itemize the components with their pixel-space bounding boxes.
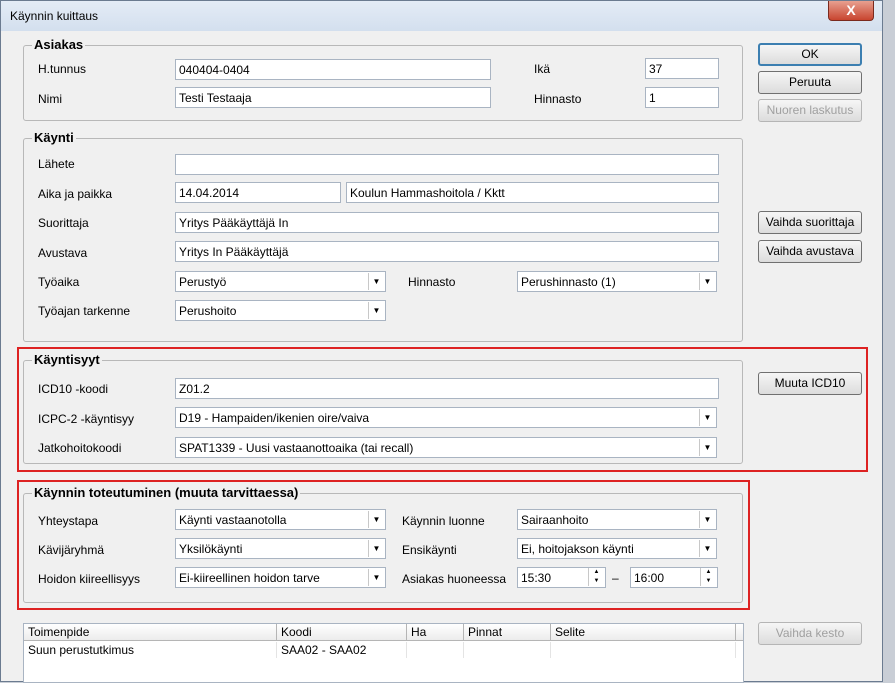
ika-field[interactable]: 37 [645,58,719,79]
chevron-down-icon[interactable]: ▼ [699,540,715,557]
kaynti-hinnasto-label: Hinnasto [408,275,456,289]
tarkenne-dropdown[interactable]: Perushoito ▼ [175,300,386,321]
kayntisyyt-legend: Käyntisyyt [32,352,102,367]
yhteystapa-dropdown[interactable]: Käynti vastaanotolla ▼ [175,509,386,530]
chevron-down-icon[interactable]: ▼ [368,540,384,557]
ensikaynti-dropdown[interactable]: Ei, hoitojakson käynti ▼ [517,538,717,559]
spin-up-icon[interactable]: ▲ [700,568,716,577]
start-time-value: 15:30 [521,571,552,585]
aika-field[interactable]: 14.04.2014 [175,182,341,203]
spin-up-icon[interactable]: ▲ [588,568,604,577]
chevron-down-icon[interactable]: ▼ [368,302,384,319]
kaynti-hinnasto-dropdown[interactable]: Perushinnasto (1) ▼ [517,271,717,292]
suorittaja-field[interactable]: Yritys Pääkäyttäjä In [175,212,719,233]
chevron-down-icon[interactable]: ▼ [368,511,384,528]
end-time-spinner[interactable]: 16:00 ▲ ▼ [630,567,718,588]
toteutuminen-legend: Käynnin toteutuminen (muuta tarvittaessa… [32,485,301,500]
kiireellisyys-value: Ei-kiireellinen hoidon tarve [179,571,320,585]
jatko-value: SPAT1339 - Uusi vastaanottoaika (tai rec… [179,441,414,455]
paikka-field[interactable]: Koulun Hammashoitola / Kktt [346,182,719,203]
kaynti-legend: Käynti [32,130,76,145]
kiireellisyys-label: Hoidon kiireellisyys [38,572,141,586]
ensikaynti-label: Ensikäynti [402,543,457,557]
tyoaika-value: Perustyö [179,275,227,289]
huoneessa-label: Asiakas huoneessa [402,572,507,586]
chevron-down-icon[interactable]: ▼ [699,511,715,528]
yhteystapa-label: Yhteystapa [38,514,99,528]
cancel-button[interactable]: Peruuta [758,71,862,94]
ensikaynti-value: Ei, hoitojakson käynti [521,542,634,556]
chevron-down-icon[interactable]: ▼ [699,439,715,456]
table-cell[interactable] [464,642,551,658]
jatko-dropdown[interactable]: SPAT1339 - Uusi vastaanottoaika (tai rec… [175,437,717,458]
tyoaika-label: Työaika [38,275,80,289]
end-time-value: 16:00 [634,571,665,585]
close-button[interactable]: X [828,1,874,21]
change-assistant-button[interactable]: Vaihda avustava [758,240,862,263]
column-header[interactable]: Koodi [277,624,407,641]
title-bar: Käynnin kuittaus [1,1,882,31]
icpc-label: ICPC-2 -käyntisyy [38,412,135,426]
kiireellisyys-dropdown[interactable]: Ei-kiireellinen hoidon tarve ▼ [175,567,386,588]
ika-label: Ikä [534,62,551,76]
tarkenne-value: Perushoito [179,304,237,318]
column-header-filler [736,624,743,641]
asiakas-group: Asiakas [23,37,743,121]
lahete-label: Lähete [38,157,75,171]
column-header[interactable]: Pinnat [464,624,551,641]
icpc-dropdown[interactable]: D19 - Hampaiden/ikenien oire/vaiva ▼ [175,407,717,428]
procedures-table[interactable]: Toimenpide Koodi Ha Pinnat Selite Suun p… [23,623,744,683]
icd10-label: ICD10 -koodi [38,382,109,396]
aika-label: Aika ja paikka [38,187,113,201]
asiakas-hinnasto-field[interactable]: 1 [645,87,719,108]
dialog-window: Käynnin kuittaus X Asiakas H.tunnus 0404… [0,0,883,683]
change-performer-button[interactable]: Vaihda suorittaja [758,211,862,234]
tarkenne-label: Työajan tarkenne [38,304,131,318]
icpc-value: D19 - Hampaiden/ikenien oire/vaiva [179,411,370,425]
tyoaika-dropdown[interactable]: Perustyö ▼ [175,271,386,292]
column-header[interactable]: Ha [407,624,464,641]
kavijaryhma-label: Kävijäryhmä [38,543,105,557]
avustava-field[interactable]: Yritys In Pääkäyttäjä [175,241,719,262]
luonne-value: Sairaanhoito [521,513,589,527]
column-header[interactable]: Selite [551,624,736,641]
table-cell[interactable] [407,642,464,658]
spin-down-icon[interactable]: ▼ [588,577,604,586]
lahete-field[interactable] [175,154,719,175]
ok-button[interactable]: OK [758,43,862,66]
kavijaryhma-dropdown[interactable]: Yksilökäynti ▼ [175,538,386,559]
column-header[interactable]: Toimenpide [24,624,277,641]
yhteystapa-value: Käynti vastaanotolla [179,513,287,527]
jatko-label: Jatkohoitokoodi [38,441,122,455]
chevron-down-icon[interactable]: ▼ [368,569,384,586]
kaynti-hinnasto-value: Perushinnasto (1) [521,275,616,289]
htunnus-label: H.tunnus [38,62,87,76]
table-cell[interactable] [551,642,736,658]
change-duration-button[interactable]: Vaihda kesto [758,622,862,645]
avustava-label: Avustava [38,246,88,260]
htunnus-field[interactable]: 040404-0404 [175,59,491,80]
icd10-field[interactable]: Z01.2 [175,378,719,399]
nimi-label: Nimi [38,92,62,106]
table-cell[interactable]: Suun perustutkimus [24,642,277,658]
youth-billing-button[interactable]: Nuoren laskutus [758,99,862,122]
chevron-down-icon[interactable]: ▼ [699,409,715,426]
luonne-dropdown[interactable]: Sairaanhoito ▼ [517,509,717,530]
table-cell[interactable]: SAA02 - SAA02 [277,642,407,658]
luonne-label: Käynnin luonne [402,514,485,528]
asiakas-legend: Asiakas [32,37,86,52]
chevron-down-icon[interactable]: ▼ [699,273,715,290]
kavijaryhma-value: Yksilökäynti [179,542,243,556]
window-title: Käynnin kuittaus [10,9,99,23]
spin-down-icon[interactable]: ▼ [700,577,716,586]
chevron-down-icon[interactable]: ▼ [368,273,384,290]
suorittaja-label: Suorittaja [38,216,89,230]
time-range-dash: – [612,571,619,585]
asiakas-hinnasto-label: Hinnasto [534,92,582,106]
start-time-spinner[interactable]: 15:30 ▲ ▼ [517,567,606,588]
nimi-field[interactable]: Testi Testaaja [175,87,491,108]
